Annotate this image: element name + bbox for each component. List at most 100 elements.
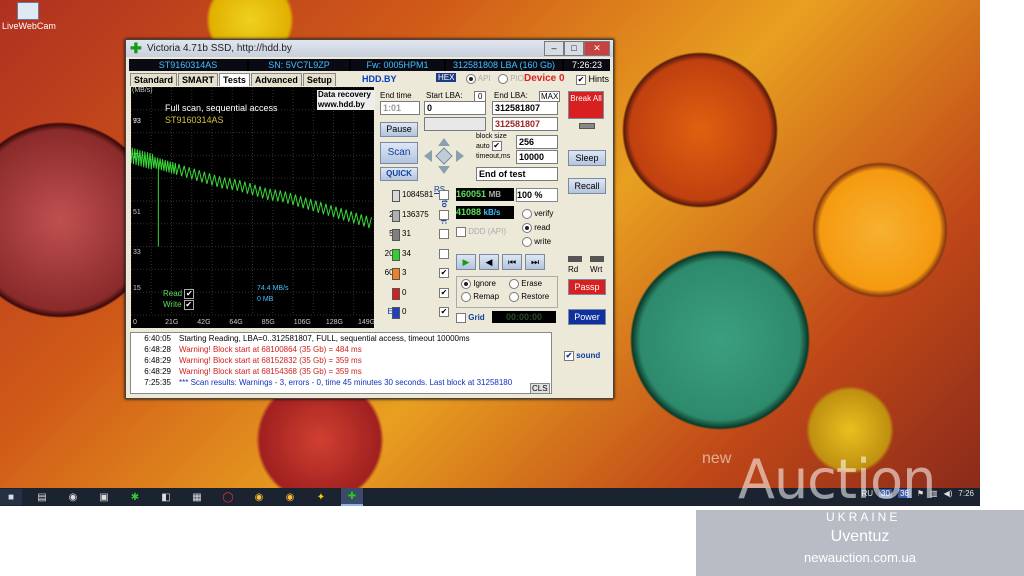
speed-value: 41088	[456, 207, 482, 217]
verify-label: verify	[534, 209, 554, 219]
start-lba-field[interactable]: 0	[424, 101, 486, 115]
end-time-field[interactable]: 1:01	[380, 101, 420, 115]
watermark-site: newauction.com.ua	[803, 550, 916, 565]
block-log-checkbox[interactable]: ✔	[439, 268, 449, 278]
timeout-select[interactable]: 10000	[516, 150, 558, 164]
power-button[interactable]: Power	[568, 309, 606, 325]
break-all-button[interactable]: Break All	[568, 91, 604, 119]
end-lba-field[interactable]: 312581807	[492, 101, 558, 115]
read-radio[interactable]: read	[522, 223, 550, 233]
y-tick-label: 51	[133, 209, 141, 216]
remap-radio[interactable]: Remap	[461, 292, 499, 302]
navigation-arrows-icon[interactable]	[422, 136, 466, 176]
title-bar[interactable]: ✚ Victoria 4.71b SSD, http://hdd.by – □ …	[126, 40, 613, 57]
tab-tests[interactable]: Tests	[219, 73, 250, 86]
skip-end-icon[interactable]: ⏭	[525, 254, 545, 270]
taskbar-app-icon-4[interactable]: ✱	[124, 489, 146, 505]
chrome-icon-2[interactable]: ◉	[279, 489, 301, 505]
speed-unit: kB/s	[483, 208, 501, 217]
device-label: Device 0	[524, 73, 565, 84]
y-tick-label: 15	[133, 285, 141, 292]
hdd-by-link[interactable]: HDD.BY	[362, 74, 397, 84]
start-icon[interactable]: ■	[0, 489, 22, 505]
api-radio[interactable]: API	[466, 74, 491, 84]
skip-back-icon[interactable]: ⏮	[502, 254, 522, 270]
x-tick-label: 106G	[294, 319, 311, 326]
block-log-checkbox[interactable]: ✔	[439, 307, 449, 317]
mb-unit: MB	[488, 190, 502, 199]
x-tick-label: 42G	[197, 319, 210, 326]
passp-button[interactable]: Passp	[568, 279, 606, 295]
sound-check-box: ✔	[564, 351, 574, 361]
cls-button[interactable]: CLS	[530, 383, 550, 394]
api-radio-dot	[466, 74, 476, 84]
chart-unit-label: (MB/s)	[132, 87, 153, 94]
ignore-radio[interactable]: Ignore	[461, 279, 496, 289]
wrt-indicator	[590, 256, 604, 262]
block-log-checkbox[interactable]	[439, 229, 449, 239]
block-size-label: block size auto ✔	[476, 133, 507, 151]
read-label: read	[534, 223, 551, 233]
auto-checkbox[interactable]: ✔	[491, 141, 502, 151]
tab-standard[interactable]: Standard	[130, 73, 178, 86]
quick-button[interactable]: QUICK	[380, 167, 418, 181]
hints-checkbox[interactable]: ✔ Hints	[576, 74, 609, 85]
taskbar-app-icon-1[interactable]: ▤	[31, 489, 53, 505]
block-log-checkbox[interactable]	[439, 209, 449, 220]
block-log-checkbox[interactable]	[439, 190, 449, 200]
taskbar-app-icon-6[interactable]: ▦	[186, 489, 208, 505]
opera-icon[interactable]: ◯	[217, 489, 239, 505]
tab-setup[interactable]: Setup	[302, 73, 336, 86]
pause-button[interactable]: Pause	[380, 122, 418, 137]
end-of-test-select[interactable]: End of test	[476, 167, 558, 181]
restore-radio[interactable]: Restore	[509, 292, 549, 302]
block-size-select[interactable]: 256	[516, 135, 558, 149]
hex-button[interactable]: HEX	[436, 73, 457, 82]
grid-check-box	[456, 313, 466, 323]
write-legend[interactable]: Write ✔	[163, 300, 194, 310]
taskbar-app-icon-7[interactable]: ✦	[310, 489, 332, 505]
sound-checkbox[interactable]: ✔ sound	[564, 351, 600, 361]
sleep-button[interactable]: Sleep	[568, 150, 606, 166]
maximize-button[interactable]: □	[564, 41, 584, 56]
grid-checkbox[interactable]: Grid	[456, 313, 485, 323]
erase-radio[interactable]: Erase	[509, 279, 542, 289]
speed-chart: 15 33 51 77 73 93 0 21G 42G 64G 85G 106G 128G 149G (M…	[131, 87, 375, 328]
victoria-app-icon: ✚	[130, 40, 142, 56]
recall-button[interactable]: Recall	[568, 178, 606, 194]
read-legend[interactable]: Read ✔	[163, 289, 195, 299]
log-time: 6:48:28	[144, 345, 171, 354]
victoria-taskbar-icon[interactable]: ✚	[341, 488, 363, 506]
tab-advanced[interactable]: Advanced	[250, 73, 302, 86]
play-icon[interactable]: ▶	[456, 254, 476, 270]
close-button[interactable]: ✕	[584, 41, 610, 56]
restore-label: Restore	[521, 292, 550, 302]
taskbar-app-icon-2[interactable]: ◉	[62, 489, 84, 505]
percent-value: 100	[517, 190, 533, 200]
scan-button[interactable]: Scan	[380, 142, 418, 164]
tab-smart[interactable]: SMART	[178, 73, 219, 86]
start-lba-current-field	[424, 117, 486, 131]
block-log-checkbox[interactable]	[439, 248, 449, 259]
block-row: Err0✔	[378, 307, 450, 319]
x-tick-label: 64G	[229, 319, 242, 326]
watermark-auction: Auction	[738, 448, 936, 511]
chrome-icon[interactable]: ◉	[248, 489, 270, 505]
block-log-checkbox[interactable]: ✔	[439, 287, 449, 298]
desktop-icon-livewebcam[interactable]: LiveWebCam	[2, 0, 56, 31]
taskbar-app-icon-3[interactable]: ▣	[93, 489, 115, 505]
verify-radio[interactable]: verify	[522, 209, 553, 219]
taskbar-app-icon-5[interactable]: ◧	[155, 489, 177, 505]
log-row: 6:48:28 Warning! Block start at 68100864 …	[131, 344, 551, 355]
ddd-api-checkbox[interactable]: DDD (API)	[456, 227, 506, 237]
write-radio[interactable]: write	[522, 237, 551, 247]
sound-label: sound	[576, 351, 601, 361]
pio-radio[interactable]: PIO	[498, 74, 524, 84]
block-size-text: block size	[476, 133, 507, 140]
read-speed-line	[131, 147, 372, 229]
timeout-label: timeout,ms	[476, 153, 511, 160]
event-log[interactable]: 6:40:05 Starting Reading, LBA=0..31258180…	[130, 332, 552, 394]
block-color-swatch	[392, 287, 400, 300]
back-icon[interactable]: ◀	[479, 254, 499, 270]
minimize-button[interactable]: –	[544, 41, 564, 56]
